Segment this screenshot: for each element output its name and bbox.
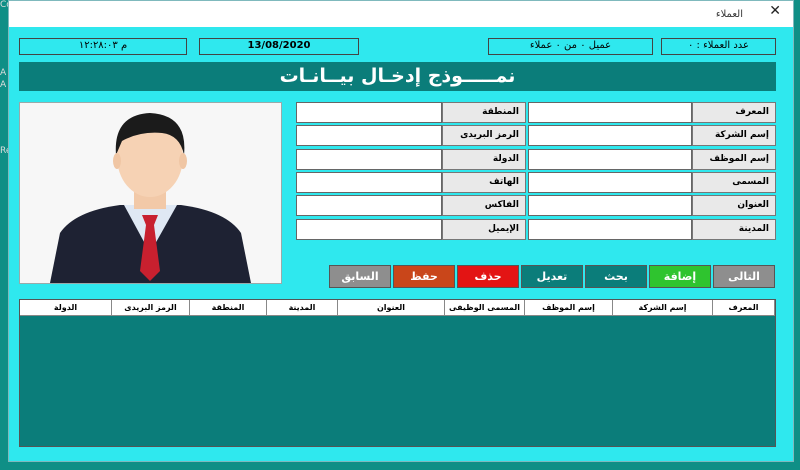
column-header[interactable]: المنطقة bbox=[190, 300, 267, 316]
job-title-field[interactable] bbox=[528, 172, 692, 193]
id-label: المعرف bbox=[692, 102, 776, 123]
employee-name-label: إسم الموظف bbox=[692, 149, 776, 170]
column-header[interactable]: العنوان bbox=[338, 300, 445, 316]
search-button[interactable]: بحث bbox=[585, 265, 647, 288]
column-header[interactable]: الدولة bbox=[20, 300, 112, 316]
save-button[interactable]: حفظ bbox=[393, 265, 455, 288]
fax-field[interactable] bbox=[296, 195, 442, 216]
region-label: المنطقة bbox=[442, 102, 526, 123]
city-field[interactable] bbox=[528, 219, 692, 240]
column-header[interactable]: المدينة bbox=[267, 300, 338, 316]
close-icon[interactable]: ✕ bbox=[769, 3, 781, 19]
delete-button[interactable]: حذف bbox=[457, 265, 519, 288]
column-header[interactable]: إسم الشركة bbox=[613, 300, 713, 316]
desktop-edge-text: A bbox=[0, 68, 7, 78]
employee-photo bbox=[19, 102, 282, 284]
employee-name-field[interactable] bbox=[528, 149, 692, 170]
add-button[interactable]: إضافة bbox=[649, 265, 711, 288]
country-field[interactable] bbox=[296, 149, 442, 170]
title-bar[interactable]: العملاء ✕ bbox=[9, 1, 793, 27]
desktop-edge-text: A bbox=[0, 80, 7, 90]
city-label: المدينة bbox=[692, 219, 776, 240]
form-title-banner: نمـــــوذج إدخـال بيــانـات bbox=[19, 62, 776, 91]
email-field[interactable] bbox=[296, 219, 442, 240]
customers-table[interactable]: المعرف إسم الشركة إسم الموظف المسمى الوظ… bbox=[19, 299, 776, 447]
job-title-label: المسمى الوظيفى bbox=[692, 172, 776, 206]
window-title: العملاء bbox=[715, 9, 743, 20]
id-field[interactable] bbox=[528, 102, 692, 123]
address-label: العنوان bbox=[692, 195, 776, 216]
email-label: الإيميل bbox=[442, 219, 526, 240]
column-header[interactable]: المعرف bbox=[713, 300, 775, 316]
column-header[interactable]: المسمى الوظيفى bbox=[445, 300, 525, 316]
region-field[interactable] bbox=[296, 102, 442, 123]
column-header[interactable]: الرمز البريدى bbox=[112, 300, 190, 316]
next-button[interactable]: التالى bbox=[713, 265, 775, 288]
fax-label: الفاكس bbox=[442, 195, 526, 216]
person-avatar-icon bbox=[50, 113, 251, 283]
previous-button[interactable]: السابق bbox=[329, 265, 391, 288]
time-display: م ١٢:٢٨:٠٣ bbox=[19, 38, 187, 55]
customers-window: العملاء ✕ م ١٢:٢٨:٠٣ 13/08/2020 عميل ٠ م… bbox=[8, 0, 794, 462]
address-field[interactable] bbox=[528, 195, 692, 216]
edit-button[interactable]: تعديل bbox=[521, 265, 583, 288]
date-display: 13/08/2020 bbox=[199, 38, 359, 55]
country-label: الدولة bbox=[442, 149, 526, 170]
customer-count: عدد العملاء : ٠ bbox=[661, 38, 776, 55]
company-name-label: إسم الشركة bbox=[692, 125, 776, 146]
phone-field[interactable] bbox=[296, 172, 442, 193]
postal-code-field[interactable] bbox=[296, 125, 442, 146]
company-name-field[interactable] bbox=[528, 125, 692, 146]
record-position: عميل ٠ من ٠ عملاء bbox=[488, 38, 653, 55]
postal-code-label: الرمز البريدى bbox=[442, 125, 526, 146]
column-header[interactable]: إسم الموظف bbox=[525, 300, 613, 316]
phone-label: الهاتف bbox=[442, 172, 526, 193]
